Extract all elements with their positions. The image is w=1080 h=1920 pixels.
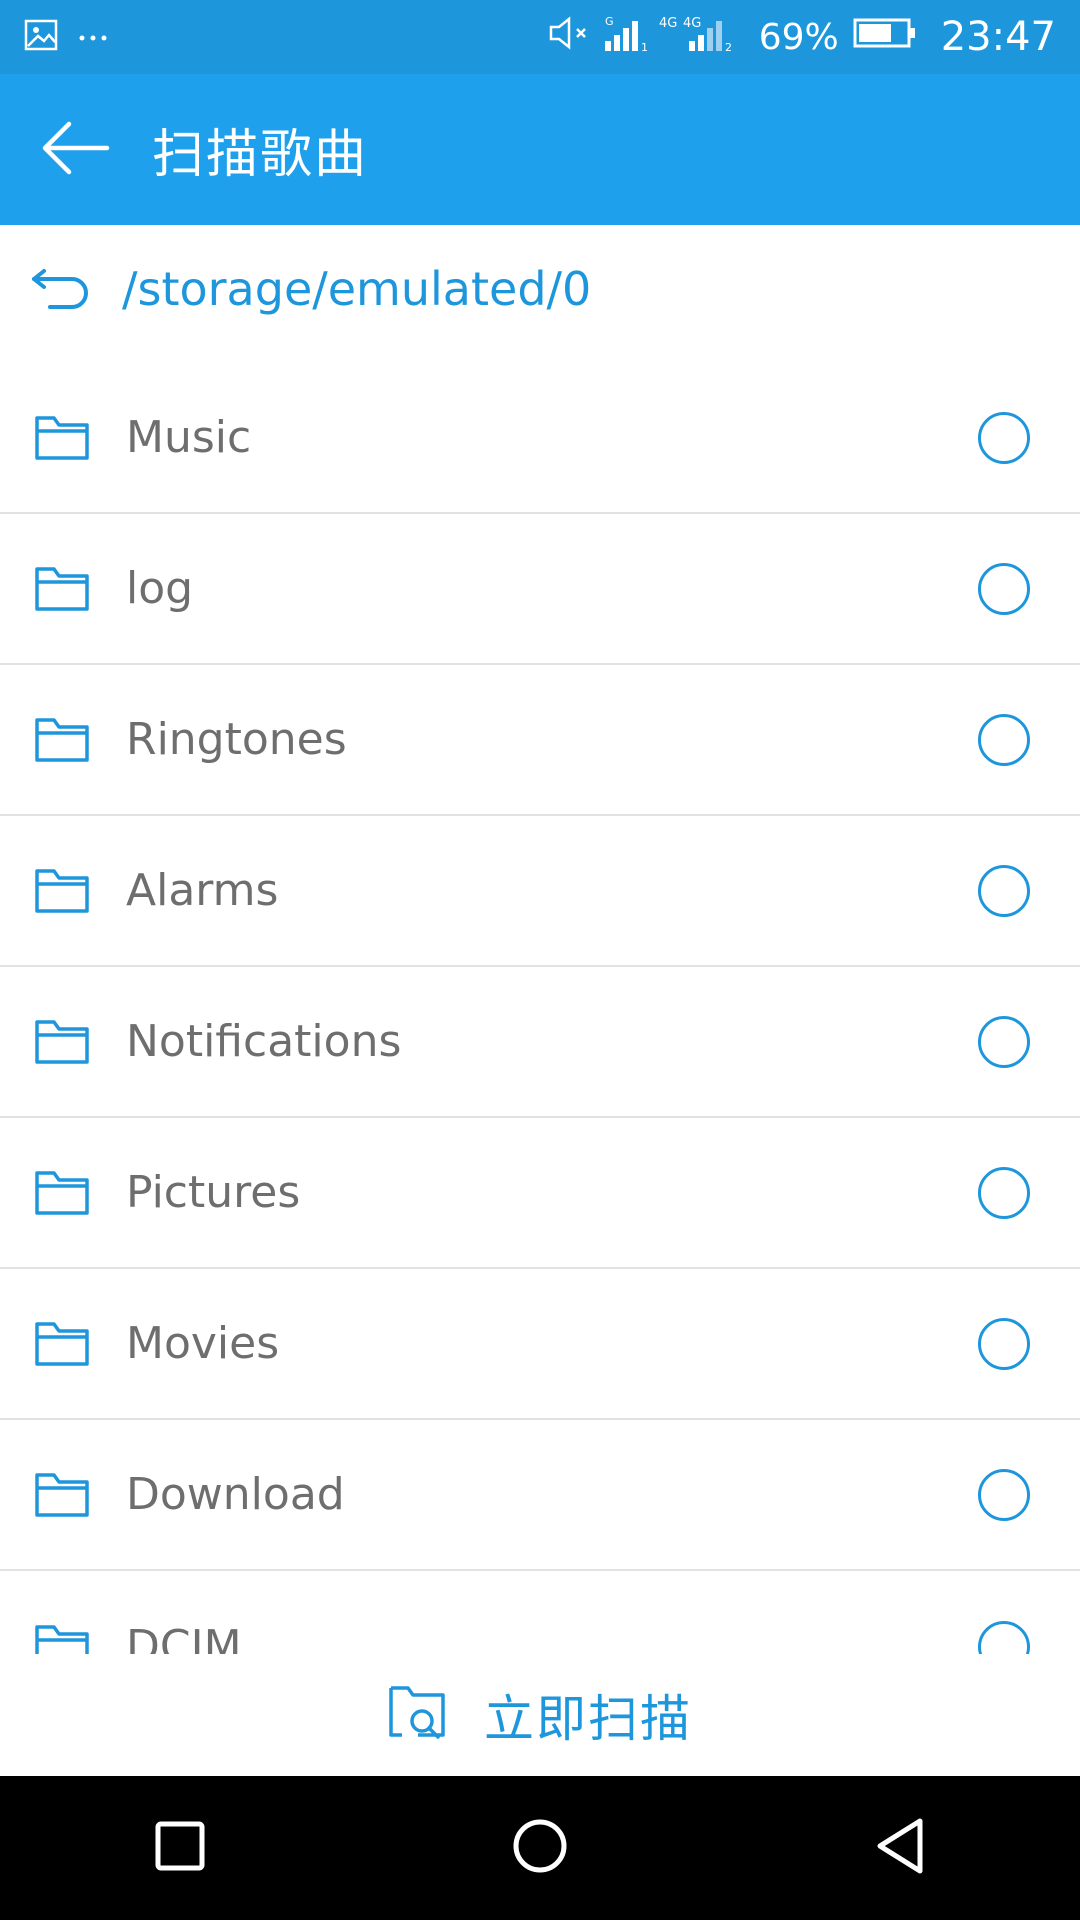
- folder-icon: [34, 1170, 90, 1216]
- svg-text:G: G: [605, 15, 614, 28]
- status-bar: G 1 4G 4G 2 69% 23:47: [0, 0, 1080, 74]
- folder-icon: [34, 868, 90, 914]
- folder-icon: [34, 415, 90, 461]
- back-button[interactable]: [0, 74, 150, 225]
- folder-row[interactable]: Download: [0, 1420, 1080, 1571]
- folder-row[interactable]: Music: [0, 363, 1080, 514]
- folder-name: Download: [126, 1469, 345, 1520]
- arrow-left-icon: [39, 118, 111, 182]
- battery-icon: [853, 17, 917, 58]
- mute-icon: [547, 15, 591, 60]
- folder-name: Notifications: [126, 1016, 402, 1067]
- folder-name: Ringtones: [126, 714, 347, 765]
- select-radio[interactable]: [978, 1317, 1030, 1370]
- square-icon: [155, 1821, 205, 1875]
- battery-percent: 69%: [758, 16, 839, 58]
- triangle-back-icon: [874, 1817, 926, 1879]
- folder-name: Alarms: [126, 865, 279, 916]
- status-right: G 1 4G 4G 2 69% 23:47: [547, 13, 1056, 62]
- scan-now-button[interactable]: 立即扫描: [0, 1654, 1080, 1776]
- select-radio[interactable]: [978, 562, 1030, 615]
- folder-icon: [34, 1019, 90, 1065]
- select-radio[interactable]: [978, 864, 1030, 917]
- select-radio[interactable]: [978, 411, 1030, 464]
- select-radio[interactable]: [978, 1015, 1030, 1068]
- current-path: /storage/emulated/0: [122, 262, 592, 316]
- select-radio[interactable]: [978, 713, 1030, 766]
- folder-row[interactable]: Movies: [0, 1269, 1080, 1420]
- folder-row[interactable]: Notifications: [0, 967, 1080, 1118]
- select-radio[interactable]: [978, 1468, 1030, 1521]
- folder-row[interactable]: log: [0, 514, 1080, 665]
- folder-icon: [34, 717, 90, 763]
- clock: 23:47: [940, 14, 1056, 60]
- svg-text:4G: 4G: [683, 16, 701, 31]
- status-left: [24, 19, 108, 55]
- more-icon: [78, 28, 108, 47]
- path-row[interactable]: /storage/emulated/0: [0, 225, 1080, 353]
- svg-text:2: 2: [725, 41, 732, 53]
- folder-icon: [34, 1321, 90, 1367]
- home-button[interactable]: [470, 1776, 610, 1920]
- folder-name: Music: [126, 412, 252, 463]
- scan-now-label: 立即扫描: [484, 1690, 692, 1748]
- folder-icon: [34, 566, 90, 612]
- folder-name: log: [126, 563, 194, 614]
- nav-back-button[interactable]: [830, 1776, 970, 1920]
- circle-icon: [512, 1818, 568, 1878]
- folder-name: Pictures: [126, 1167, 301, 1218]
- signal-icon: G 1 4G 4G 2: [604, 13, 745, 62]
- svg-text:4G: 4G: [659, 16, 677, 31]
- page-title: 扫描歌曲: [152, 125, 369, 185]
- recents-button[interactable]: [110, 1776, 250, 1920]
- gallery-icon: [24, 19, 58, 55]
- folder-row[interactable]: Ringtones: [0, 665, 1080, 816]
- up-directory-icon[interactable]: [30, 265, 92, 313]
- system-nav-bar: [0, 1776, 1080, 1920]
- folder-row[interactable]: Alarms: [0, 816, 1080, 967]
- folder-icon: [34, 1472, 90, 1518]
- folder-name: Movies: [126, 1318, 280, 1369]
- svg-text:1: 1: [641, 41, 648, 53]
- app-bar: 扫描歌曲: [0, 74, 1080, 225]
- folder-row[interactable]: Pictures: [0, 1118, 1080, 1269]
- select-radio[interactable]: [978, 1166, 1030, 1219]
- folder-search-icon: [388, 1685, 448, 1745]
- folder-list: Music log Ringtones Alarms Notifications…: [0, 363, 1080, 1722]
